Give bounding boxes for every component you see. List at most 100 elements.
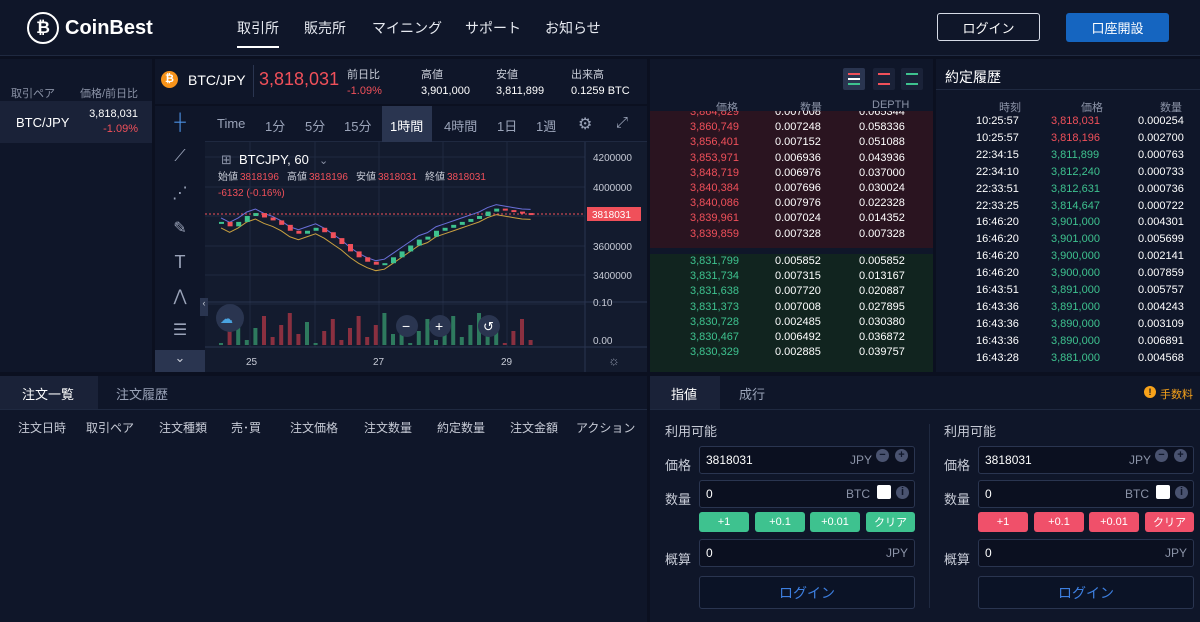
orderbook-row[interactable]: 3,840,086 0.007976 0.022328 <box>650 197 930 212</box>
buy-amount-checkbox[interactable] <box>877 485 891 499</box>
orderbook-row[interactable]: 3,856,401 0.007152 0.051088 <box>650 136 930 151</box>
tab-limit[interactable]: 指値 <box>671 384 697 403</box>
sell-price-minus-icon[interactable]: − <box>1155 449 1168 462</box>
interval-5m[interactable]: 5分 <box>305 116 325 135</box>
interval-15m[interactable]: 15分 <box>344 116 371 135</box>
interval-1w[interactable]: 1週 <box>536 116 556 135</box>
sell-amount-checkbox[interactable] <box>1156 485 1170 499</box>
tab-market[interactable]: 成行 <box>739 384 765 403</box>
col-order-type: 注文種類 <box>159 421 208 435</box>
interval-1h[interactable]: 1時間 <box>390 116 423 135</box>
candle <box>391 257 396 264</box>
buy-estimate-value: 0 <box>706 546 713 560</box>
trade-time-header: 時刻 <box>999 102 1021 114</box>
chevron-down-icon[interactable]: ⌄ <box>155 350 205 372</box>
orderbook-row[interactable]: 3,853,971 0.006936 0.043936 <box>650 152 930 167</box>
tab-order-history[interactable]: 注文履歴 <box>116 384 168 403</box>
buy-add-1-button[interactable]: +1 <box>699 512 749 532</box>
nav-mining[interactable]: マイニング <box>372 18 442 38</box>
candle <box>330 232 336 239</box>
sell-add-1-button[interactable]: +1 <box>978 512 1028 532</box>
buy-amount-info-icon[interactable]: i <box>896 486 909 499</box>
interval-1m[interactable]: 1分 <box>265 116 285 135</box>
orderbook-row[interactable]: 3,830,728 0.002485 0.030380 <box>650 316 930 331</box>
orderbook-row[interactable]: 3,839,859 0.007328 0.007328 <box>650 228 930 243</box>
crosshair-icon[interactable]: ┼ <box>168 114 192 138</box>
sell-add-01-button[interactable]: +0.1 <box>1034 512 1084 532</box>
ob-depth: 0.005852 <box>859 255 905 267</box>
ob-price: 3,840,384 <box>690 182 739 194</box>
ob-price: 3,831,734 <box>690 270 739 283</box>
volume-bar <box>253 328 258 345</box>
pair-col-header: 取引ペア <box>11 88 55 100</box>
trade-amount-header: 数量 <box>1160 102 1182 114</box>
orderbook-row[interactable]: 3,848,719 0.006976 0.037000 <box>650 167 930 182</box>
sell-add-001-button[interactable]: +0.01 <box>1089 512 1139 532</box>
trade-time: 22:34:15 <box>976 148 1019 161</box>
buy-clear-button[interactable]: クリア <box>866 512 915 532</box>
y-tick-2: 4000000 <box>593 183 632 194</box>
volume-bar <box>408 343 413 345</box>
ob-price: 3,831,373 <box>690 300 739 313</box>
nav-sales[interactable]: 販売所 <box>304 18 346 38</box>
interval-4h[interactable]: 4時間 <box>444 116 477 135</box>
candle <box>365 257 371 262</box>
orderbook-row[interactable]: 3,830,467 0.006492 0.036872 <box>650 331 930 346</box>
sell-clear-button[interactable]: クリア <box>1145 512 1194 532</box>
orderbook-row[interactable]: 3,831,734 0.007315 0.013167 <box>650 270 930 285</box>
buy-add-01-button[interactable]: +0.1 <box>755 512 805 532</box>
candle <box>270 217 276 221</box>
ob-depth: 0.013167 <box>859 270 905 283</box>
interval-1d[interactable]: 1日 <box>497 116 517 135</box>
nav-support[interactable]: サポート <box>465 18 521 38</box>
orderbook-row[interactable]: 3,860,749 0.007248 0.058336 <box>650 121 930 136</box>
pair-row-btcjpy[interactable]: BTC/JPY 3,818,031 -1.09% <box>0 101 152 143</box>
orderbook-row[interactable]: 3,839,961 0.007024 0.014352 <box>650 212 930 227</box>
price-chart[interactable]: ⊞ BTCJPY, 60 ⌄ 始値 3818196 高値 3818196 安値 … <box>205 142 647 372</box>
nav-exchange[interactable]: 取引所 <box>237 18 279 48</box>
trade-price: 3,900,000 <box>1051 250 1100 263</box>
buy-price-plus-icon[interactable]: + <box>895 449 908 462</box>
buy-price-minus-icon[interactable]: − <box>876 449 889 462</box>
open-account-button[interactable]: 口座開設 <box>1066 13 1169 42</box>
open-value: 3818196 <box>240 172 279 183</box>
tab-open-orders[interactable]: 注文一覧 <box>22 384 74 403</box>
brand-logo[interactable]: ₿ CoinBest <box>27 12 153 44</box>
brush-icon[interactable]: ✎ <box>168 218 192 242</box>
pattern-icon[interactable]: ⋀ <box>168 286 192 310</box>
orderbook-row[interactable]: 3,831,638 0.007720 0.020887 <box>650 285 930 300</box>
sell-login-button[interactable]: ログイン <box>978 576 1194 609</box>
buy-price-value: 3818031 <box>706 453 753 467</box>
orderbook-row[interactable]: 3,831,799 0.005852 0.005852 <box>650 255 930 270</box>
orderbook-row[interactable]: 3,840,384 0.007696 0.030024 <box>650 182 930 197</box>
open-label: 始値 <box>218 170 238 183</box>
collapse-toolbar-icon[interactable]: ‹ <box>200 298 208 316</box>
fullscreen-icon[interactable]: ⤢ <box>616 114 628 131</box>
measure-icon[interactable]: ☰ <box>168 320 192 344</box>
buy-add-001-button[interactable]: +0.01 <box>810 512 860 532</box>
orderbook-row[interactable]: 3,831,373 0.007008 0.027895 <box>650 301 930 316</box>
fee-link[interactable]: 手数料 <box>1160 386 1193 402</box>
fib-icon[interactable]: ⋰ <box>168 183 192 207</box>
trendline-icon[interactable]: ⟋ <box>168 148 192 172</box>
gear-icon[interactable]: ⚙ <box>578 114 592 134</box>
close-value-chart: 3818031 <box>447 172 486 183</box>
sell-estimate-label: 概算 <box>944 552 971 567</box>
buy-login-button[interactable]: ログイン <box>699 576 915 609</box>
trade-amount: 0.002700 <box>1138 131 1184 144</box>
sell-amount-info-icon[interactable]: i <box>1175 486 1188 499</box>
sell-price-plus-icon[interactable]: + <box>1174 449 1187 462</box>
orderbook-row[interactable]: 3,864,829 0.007008 0.065344 <box>650 111 930 121</box>
orderbook-row[interactable]: 3,830,329 0.002885 0.039757 <box>650 346 930 361</box>
interval-time[interactable]: Time <box>217 116 245 131</box>
login-button[interactable]: ログイン <box>937 13 1040 41</box>
form-center-divider <box>929 424 930 608</box>
nav-news[interactable]: お知らせ <box>545 18 601 38</box>
sell-estimate-input[interactable]: 0 JPY <box>978 539 1194 567</box>
text-tool-icon[interactable]: T <box>168 252 192 276</box>
buy-estimate-input[interactable]: 0 JPY <box>699 539 915 567</box>
candle <box>287 224 293 231</box>
ob-depth: 0.020887 <box>859 285 905 298</box>
candle <box>416 239 422 246</box>
symbol-icon: ⊞ <box>221 152 232 167</box>
